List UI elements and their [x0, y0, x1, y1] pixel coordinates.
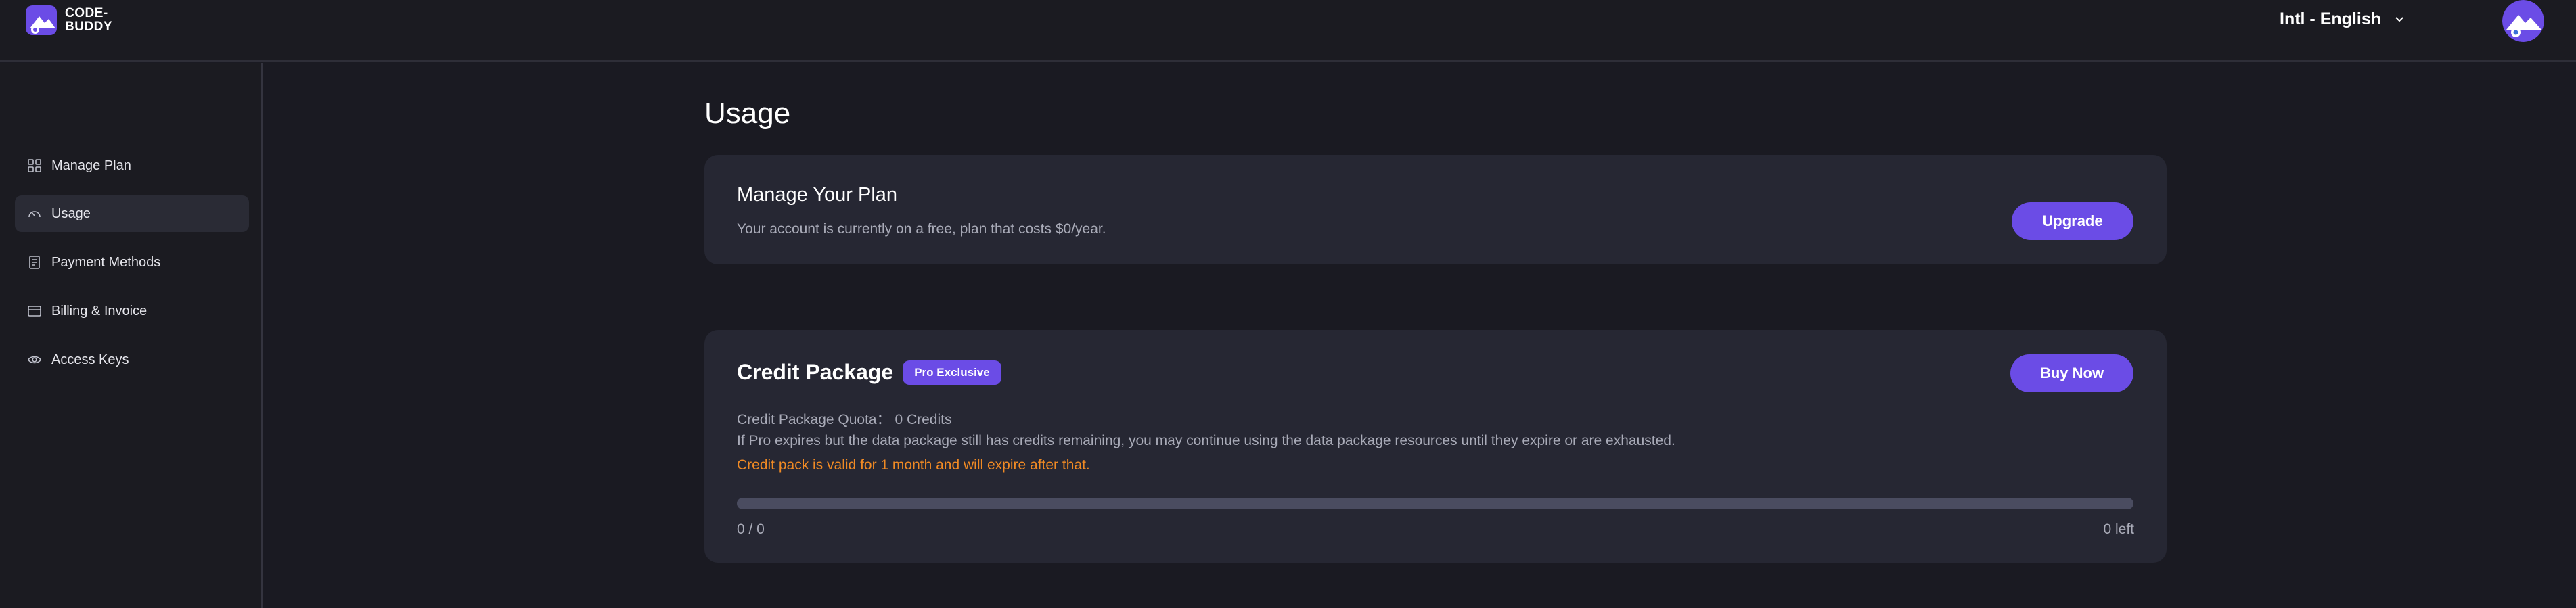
sidebar-item-billing-invoice[interactable]: Billing & Invoice [15, 293, 249, 329]
credit-package-title: Credit Package [737, 360, 894, 384]
card-icon [28, 306, 41, 317]
sidebar-item-access-keys[interactable]: Access Keys [15, 342, 249, 378]
credit-package-card: Credit Package Pro Exclusive Buy Now Cre… [704, 330, 2167, 563]
credit-progress-bar [737, 498, 2133, 509]
logo-text-line1: CODE- [65, 6, 108, 20]
receipt-icon [29, 256, 40, 269]
credit-progress-label: 0 / 0 [737, 521, 765, 537]
sidebar-item-label: Payment Methods [51, 254, 161, 270]
sidebar-item-label: Manage Plan [51, 158, 131, 173]
eye-icon [28, 356, 41, 364]
sidebar-item-label: Usage [51, 206, 91, 221]
credit-validity-warning: Credit pack is valid for 1 month and wil… [737, 457, 1090, 473]
page-title: Usage [704, 97, 791, 130]
language-selector[interactable]: Intl - English [2280, 9, 2405, 29]
logo-text-line2: BUDDY [65, 20, 113, 34]
sidebar-item-payment-methods[interactable]: Payment Methods [15, 244, 249, 281]
logo-icon [26, 5, 57, 35]
top-bar: CODE- BUDDY Intl - English [0, 0, 2576, 62]
logo[interactable]: CODE- BUDDY [24, 3, 112, 38]
sidebar-item-label: Access Keys [51, 352, 129, 367]
grid-icon [28, 159, 41, 172]
chevron-down-icon [2395, 16, 2403, 22]
buy-now-button[interactable]: Buy Now [2010, 354, 2133, 392]
language-label: Intl - English [2280, 9, 2381, 28]
upgrade-button[interactable]: Upgrade [2012, 202, 2133, 240]
credit-quota-text: Credit Package Quota： 0 Credits [737, 412, 952, 427]
pro-exclusive-badge: Pro Exclusive [903, 360, 1001, 385]
sidebar-item-label: Billing & Invoice [51, 303, 148, 319]
sidebar-item-manage-plan[interactable]: Manage Plan [15, 147, 249, 184]
plan-card-title: Manage Your Plan [737, 184, 898, 206]
avatar-icon [2502, 0, 2544, 42]
credit-remaining-label: 0 left [2103, 521, 2134, 537]
credit-package-header: Credit Package Pro Exclusive [737, 360, 1001, 385]
sidebar-item-usage[interactable]: Usage [15, 195, 249, 232]
gauge-icon [28, 211, 41, 218]
manage-plan-card: Manage Your Plan Your account is current… [704, 155, 2167, 264]
sidebar: Manage Plan Usage Payment Methods Billin… [0, 63, 263, 608]
credit-expiry-note: If Pro expires but the data package stil… [737, 433, 1675, 448]
avatar[interactable] [2502, 0, 2544, 42]
plan-card-description: Your account is currently on a free, pla… [737, 221, 1106, 237]
logo-text: CODE- BUDDY [65, 7, 112, 34]
